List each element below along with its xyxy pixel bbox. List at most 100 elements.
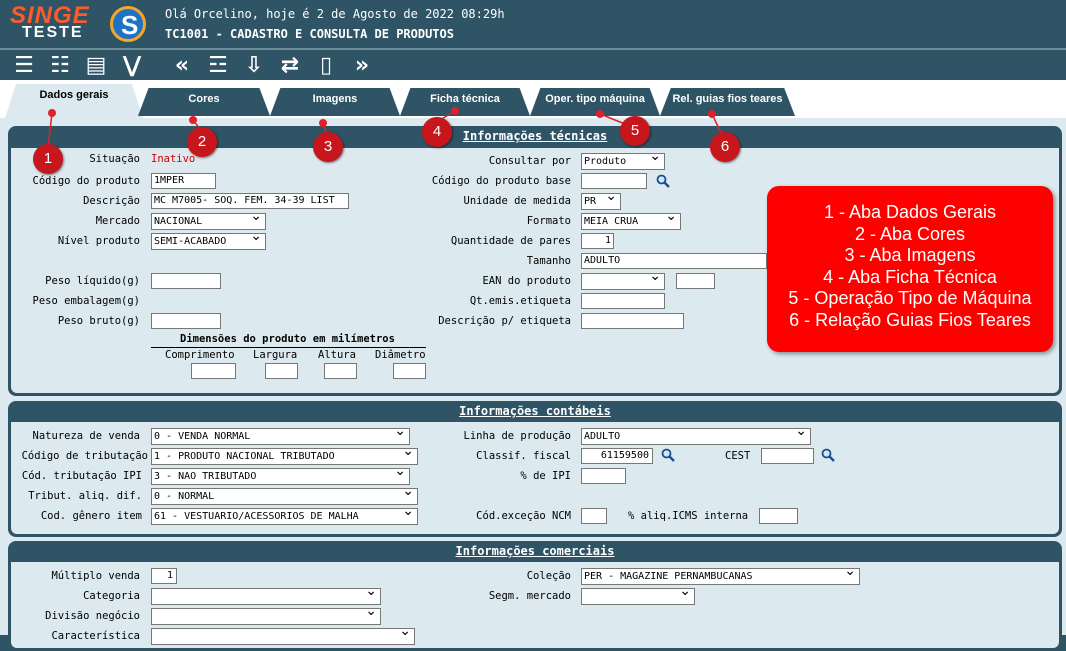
peso-bruto-input[interactable] [151,313,221,329]
tab-bar: Dados gerais Cores Imagens Ficha técnica… [0,80,1066,118]
section-title: Informações contábeis [459,404,611,418]
caracteristica-select[interactable] [151,628,415,645]
mercado-label: Mercado [95,215,140,227]
classif-fiscal-label: Classif. fiscal [476,450,571,462]
logo-icon: S [110,6,146,42]
altura-label: Altura [318,349,356,361]
divisao-negocio-select[interactable] [151,608,381,625]
logo-subtext: TESTE [22,24,84,41]
download-icon[interactable]: ⇩ [240,54,268,78]
tab-cores[interactable]: Cores [138,88,270,116]
tab-oper-tipo-maquina[interactable]: Oper. tipo máquina [530,88,660,116]
book-icon[interactable]: ▯ [312,54,340,78]
diametro-label: Diâmetro [375,349,426,361]
legend-item: 2 - Aba Cores [854,223,966,244]
quantidade-pares-label: Quantidade de pares [450,235,571,247]
codigo-base-input[interactable] [581,173,647,189]
caracteristica-label: Característica [51,630,140,642]
search-icon[interactable] [656,174,670,188]
swap-icon[interactable]: ⇄ [276,54,304,78]
marker-3: 3 [313,132,343,162]
multiplo-venda-input[interactable]: 1 [151,568,177,584]
consultar-por-label: Consultar por [488,155,571,167]
greeting-text: Olá Orcelino, hoje é 2 de Agosto de 2022… [165,7,505,21]
peso-embalagem-label: Peso embalagem(g) [32,295,140,307]
aliq-icms-input[interactable] [759,508,798,524]
collapse-down-icon[interactable]: ⋁ [118,54,146,78]
linha-producao-select[interactable]: ADULTO [581,428,811,445]
tribut-aliq-dif-label: Tribut. aliq. dif. [28,490,142,502]
situacao-label: Situação [89,153,140,165]
page-title: TC1001 - CADASTRO E CONSULTA DE PRODUTOS [165,27,454,41]
dimensoes-title: Dimensões do produto em milímetros [180,333,395,345]
marker-1: 1 [33,144,63,174]
largura-input[interactable] [265,363,298,379]
descricao-input[interactable]: MC M7005- SOQ. FEM. 34-39 LIST [151,193,349,209]
classif-fiscal-input[interactable]: 61159500 [581,448,653,464]
consultar-por-select[interactable]: Produto [581,153,665,170]
linha-producao-label: Linha de produção [463,430,571,442]
tab-imagens[interactable]: Imagens [270,88,400,116]
segm-mercado-select[interactable] [581,588,695,605]
pct-ipi-label: % de IPI [520,470,571,482]
last-record-icon[interactable]: » [348,54,376,78]
qt-emis-etiqueta-input[interactable] [581,293,665,309]
marker-dot [708,110,716,118]
toolbar: ☰ ☷ ▤ ⋁ « ☲ ⇩ ⇄ ▯ » [0,48,1066,80]
tribut-aliq-dif-select[interactable]: 0 - NORMAL [151,488,418,505]
categoria-select[interactable] [151,588,381,605]
tamanho-input[interactable]: ADULTO [581,253,767,269]
unidade-medida-label: Unidade de medida [463,195,571,207]
app-header: SINGE TESTE S Olá Orcelino, hoje é 2 de … [0,0,1066,48]
quantidade-pares-input[interactable]: 1 [581,233,614,249]
checklist-icon[interactable]: ☷ [46,54,74,78]
descricao-etiqueta-input[interactable] [581,313,684,329]
marker-6: 6 [710,132,740,162]
largura-label: Largura [253,349,298,361]
search-icon[interactable] [821,448,835,462]
genero-item-select[interactable]: 61 - VESTUARIO/ACESSORIOS DE MALHA [151,508,418,525]
qt-emis-etiqueta-label: Qt.emis.etiqueta [469,295,571,307]
codigo-produto-input[interactable]: 1MPER [151,173,216,189]
annotation-legend: 1 - Aba Dados Gerais 2 - Aba Cores 3 - A… [767,186,1053,352]
pct-ipi-input[interactable] [581,468,626,484]
tab-rel-guias-fios-teares[interactable]: Rel. guias fios teares [660,88,795,116]
mercado-select[interactable]: NACIONAL [151,213,266,230]
list-icon[interactable]: ☰ [10,54,38,78]
categoria-label: Categoria [83,590,140,602]
colecao-label: Coleção [526,570,571,582]
unidade-medida-select[interactable]: PR [581,193,621,210]
ean-input[interactable] [676,273,715,289]
peso-bruto-label: Peso bruto(g) [57,315,140,327]
comprimento-input[interactable] [191,363,236,379]
segm-mercado-label: Segm. mercado [488,590,571,602]
colecao-select[interactable]: PER - MAGAZINE PERNAMBUCANAS [581,568,860,585]
legend-item: 3 - Aba Imagens [844,245,976,265]
excecao-ncm-input[interactable] [581,508,607,524]
legend-item: 6 - Relação Guias Fios Teares [789,309,1031,330]
natureza-venda-select[interactable]: 0 - VENDA NORMAL [151,428,410,445]
task-list-icon[interactable]: ☲ [204,54,232,78]
descricao-etiqueta-label: Descrição p/ etiqueta [438,315,571,327]
marker-2: 2 [187,127,217,157]
form-icon[interactable]: ▤ [82,54,110,78]
cest-input[interactable] [761,448,814,464]
formato-select[interactable]: MEIA CRUA [581,213,681,230]
tab-ficha-tecnica[interactable]: Ficha técnica [400,88,530,116]
natureza-venda-label: Natureza de venda [32,430,140,442]
marker-dot [189,116,197,124]
codigo-tributacao-select[interactable]: 1 - PRODUTO NACIONAL TRIBUTADO [151,448,418,465]
tributacao-ipi-select[interactable]: 3 - NAO TRIBUTADO [151,468,410,485]
codigo-produto-label: Código do produto [32,175,140,187]
formato-label: Formato [526,215,571,227]
diametro-input[interactable] [393,363,426,379]
first-record-icon[interactable]: « [168,54,196,78]
nivel-produto-select[interactable]: SEMI-ACABADO [151,233,266,250]
tab-dados-gerais[interactable]: Dados gerais [5,84,143,118]
excecao-ncm-label: Cód.exceção NCM [476,510,571,522]
section-title: Informações técnicas [462,129,608,143]
altura-input[interactable] [324,363,357,379]
search-icon[interactable] [661,448,675,462]
ean-select[interactable] [581,273,665,290]
peso-liquido-input[interactable] [151,273,221,289]
